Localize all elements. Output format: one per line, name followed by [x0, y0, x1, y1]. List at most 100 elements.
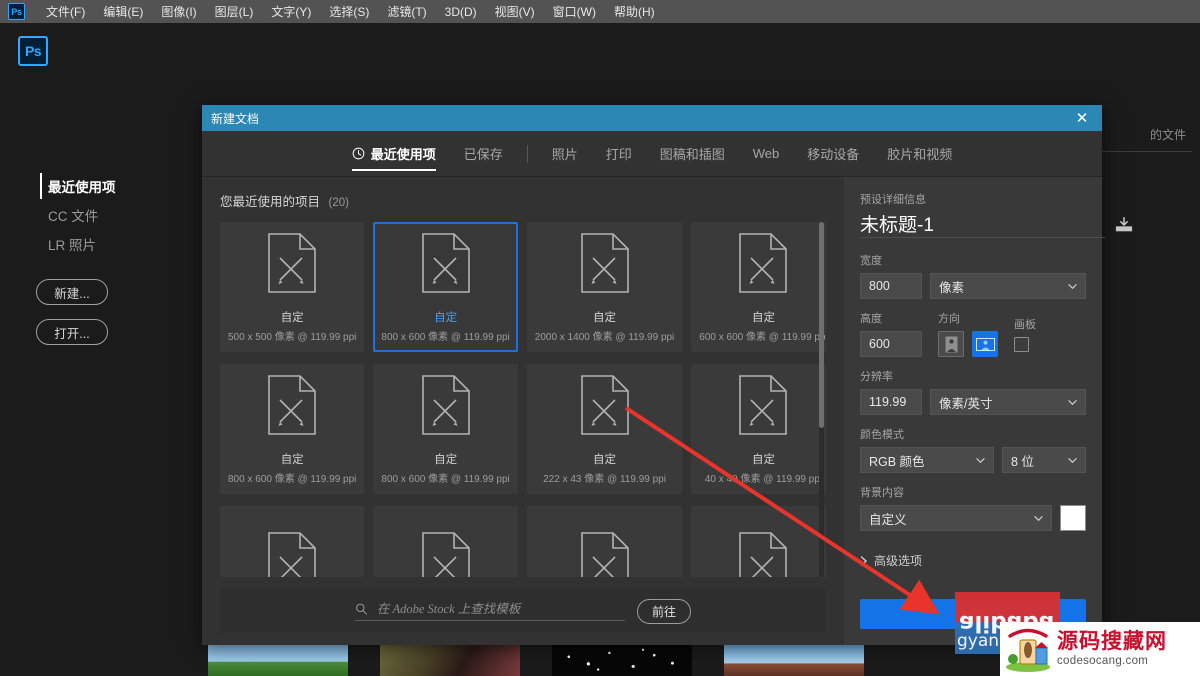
menu-item-edit[interactable]: 编辑(E)	[94, 1, 152, 22]
preset-card[interactable]	[373, 506, 518, 577]
preset-card[interactable]	[526, 506, 683, 577]
menu-item-view[interactable]: 视图(V)	[486, 1, 544, 22]
thumbnail-item[interactable]	[208, 644, 348, 676]
create-button[interactable]: 创建	[860, 599, 1086, 629]
color-mode-label: 颜色模式	[860, 429, 904, 441]
width-label: 宽度	[860, 255, 882, 267]
document-icon-wrap	[266, 232, 318, 299]
chevron-down-icon	[1068, 283, 1077, 289]
preset-card-name: 自定	[434, 453, 458, 466]
document-name-input[interactable]	[860, 212, 1105, 238]
tab-saved[interactable]: 已保存	[450, 131, 517, 177]
document-icon	[268, 374, 316, 435]
photoshop-logo-icon: Ps	[8, 3, 25, 20]
resolution-unit-value: 像素/英寸	[939, 396, 993, 411]
document-icon-wrap	[737, 232, 789, 299]
menu-item-3d[interactable]: 3D(D)	[436, 3, 486, 21]
close-icon[interactable]: ✕	[1062, 105, 1102, 131]
document-icon-wrap	[737, 374, 789, 441]
preset-card[interactable]: 自定 800 x 600 像素 @ 119.99 ppi	[220, 364, 365, 494]
resolution-input[interactable]	[860, 389, 922, 415]
menu-item-help[interactable]: 帮助(H)	[605, 1, 664, 22]
save-preset-icon[interactable]	[1113, 216, 1135, 234]
preset-card-dimensions: 800 x 600 像素 @ 119.99 ppi	[228, 473, 357, 485]
tab-label: 照片	[551, 147, 578, 162]
open-document-button[interactable]: 打开...	[36, 319, 108, 345]
thumbnail-item[interactable]	[552, 644, 692, 676]
preset-card-name: 自定	[593, 311, 617, 324]
thumbnail-item[interactable]	[380, 644, 520, 676]
color-depth-value: 8 位	[1011, 454, 1034, 469]
advanced-options-toggle[interactable]: 高级选项	[860, 552, 1086, 569]
tab-print[interactable]: 打印	[592, 131, 646, 177]
artboard-checkbox[interactable]	[1014, 337, 1029, 352]
preset-card-dimensions: 222 x 43 像素 @ 119.99 ppi	[543, 473, 666, 485]
portrait-icon[interactable]	[938, 331, 964, 357]
menu-item-file[interactable]: 文件(F)	[37, 1, 94, 22]
search-icon	[356, 603, 367, 615]
document-icon-wrap	[737, 531, 789, 577]
artboard-label: 画板	[1014, 319, 1036, 331]
scrollbar-thumb[interactable]	[819, 222, 824, 428]
color-mode-select[interactable]: RGB 颜色	[860, 447, 994, 473]
sidebar-item-cc-files[interactable]: CC 文件	[40, 202, 190, 228]
height-input[interactable]	[860, 331, 922, 357]
sidebar-item-recent[interactable]: 最近使用项	[40, 173, 190, 199]
background-contents-select[interactable]: 自定义	[860, 505, 1052, 531]
document-icon	[268, 232, 316, 293]
menu-item-select[interactable]: 选择(S)	[320, 1, 378, 22]
photoshop-brand-logo: Ps	[18, 36, 48, 66]
preset-card-dimensions: 800 x 600 像素 @ 119.99 ppi	[381, 473, 510, 485]
tab-photo[interactable]: 照片	[538, 131, 592, 177]
background-color-swatch[interactable]	[1060, 505, 1086, 531]
preset-card-dimensions: 2000 x 1400 像素 @ 119.99 ppi	[534, 331, 675, 343]
start-action-buttons: 新建... 打开...	[36, 279, 108, 359]
landscape-glyph	[975, 337, 995, 351]
thumbnail-item[interactable]	[724, 644, 864, 676]
preset-card[interactable]	[691, 506, 826, 577]
width-unit-value: 像素	[939, 280, 965, 295]
tab-separator	[526, 144, 528, 163]
preset-card[interactable]: 自定 2000 x 1400 像素 @ 119.99 ppi	[526, 222, 683, 352]
recent-items-heading: 您最近使用的项目 (20)	[220, 191, 826, 210]
background-contents-row: 自定义	[860, 505, 1086, 531]
preset-grid-scrollbar[interactable]	[819, 222, 824, 577]
tab-label: 打印	[605, 147, 632, 162]
preset-card-grid: 自定 500 x 500 像素 @ 119.99 ppi 自定 800 x 600 …	[220, 222, 826, 577]
tab-web[interactable]: Web	[739, 131, 794, 177]
preset-card[interactable]: 自定 222 x 43 像素 @ 119.99 ppi	[526, 364, 683, 494]
background-files-label: 的文件	[1149, 128, 1186, 142]
menu-item-filter[interactable]: 滤镜(T)	[378, 1, 435, 22]
resolution-unit-select[interactable]: 像素/英寸	[930, 389, 1086, 415]
preset-card[interactable]: 自定 800 x 600 像素 @ 119.99 ppi	[373, 364, 518, 494]
menu-item-type[interactable]: 文字(Y)	[262, 1, 320, 22]
preset-card[interactable]: 自定 500 x 500 像素 @ 119.99 ppi	[220, 222, 365, 352]
tab-art-illustration[interactable]: 图稿和插图	[646, 131, 739, 177]
tab-recent[interactable]: 最近使用项	[338, 131, 450, 177]
landscape-icon[interactable]	[972, 331, 998, 357]
tab-mobile[interactable]: 移动设备	[793, 131, 873, 177]
tab-film-video[interactable]: 胶片和视频	[873, 131, 966, 177]
document-icon-wrap	[579, 232, 631, 299]
tab-label: Web	[752, 146, 780, 161]
color-mode-row: RGB 颜色 8 位	[860, 447, 1086, 473]
menu-item-window[interactable]: 窗口(W)	[544, 1, 605, 22]
advanced-options-label: 高级选项	[874, 554, 923, 568]
preset-card[interactable]: 自定 600 x 600 像素 @ 119.99 ppi	[691, 222, 826, 352]
resolution-row: 像素/英寸	[860, 389, 1086, 415]
stock-search-input[interactable]	[376, 601, 625, 617]
menu-item-image[interactable]: 图像(I)	[152, 1, 205, 22]
width-unit-select[interactable]: 像素	[930, 273, 1086, 299]
color-depth-select[interactable]: 8 位	[1002, 447, 1086, 473]
preset-card[interactable]	[220, 506, 365, 577]
width-input[interactable]	[860, 273, 922, 299]
document-icon-wrap	[579, 531, 631, 577]
document-icon	[739, 232, 788, 293]
preset-card[interactable]: 自定 40 x 40 像素 @ 119.99 ppi	[691, 364, 826, 494]
stock-go-button[interactable]: 前往	[637, 598, 691, 624]
sidebar-item-lr-photos[interactable]: LR 照片	[40, 231, 190, 257]
background-contents-value: 自定义	[869, 512, 907, 527]
menu-item-layer[interactable]: 图层(L)	[206, 1, 263, 22]
preset-card[interactable]: 自定 800 x 600 像素 @ 119.99 ppi	[373, 222, 518, 352]
new-document-button[interactable]: 新建...	[36, 279, 108, 305]
